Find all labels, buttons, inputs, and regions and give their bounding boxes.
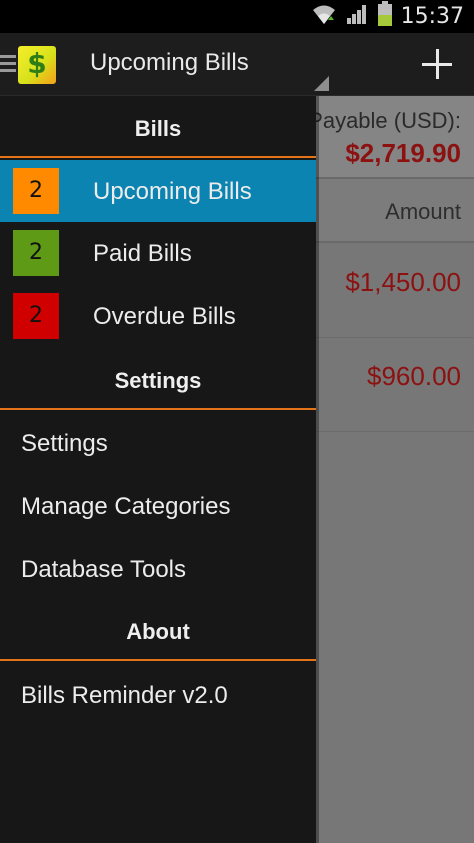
list-item[interactable]: $960.00 <box>316 339 474 432</box>
amount-header: Amount <box>385 199 461 224</box>
bill-amount: $1,450.00 <box>345 267 461 297</box>
section-header-bills: Bills <box>0 96 316 158</box>
drawer-item-settings[interactable]: Settings <box>0 412 316 474</box>
drawer-item-label: Upcoming Bills <box>93 178 252 205</box>
bill-amount: $960.00 <box>367 361 461 391</box>
column-header: Amount <box>316 179 474 243</box>
drawer-item-label: Manage Categories <box>21 493 231 520</box>
section-title: About <box>126 619 190 644</box>
drawer-item-manage-categories[interactable]: Manage Categories <box>0 475 316 537</box>
drawer-item-paid-bills[interactable]: 2 Paid Bills <box>0 222 316 284</box>
status-bar: 15:37 <box>0 0 474 33</box>
clock: 15:37 <box>400 4 464 29</box>
list-item[interactable]: $1,450.00 <box>316 245 474 338</box>
drawer-item-label: Paid Bills <box>93 240 192 267</box>
drawer-item-overdue-bills[interactable]: 2 Overdue Bills <box>0 285 316 347</box>
payable-summary: Payable (USD): $2,719.90 <box>308 96 474 179</box>
add-bill-button[interactable] <box>417 45 457 85</box>
drawer-item-upcoming-bills[interactable]: 2 Upcoming Bills <box>0 160 316 222</box>
section-header-settings: Settings <box>0 348 316 410</box>
navigation-drawer: Bills 2 Upcoming Bills 2 Paid Bills 2 Ov… <box>0 96 316 843</box>
drawer-item-label: Settings <box>21 430 108 457</box>
drawer-item-version[interactable]: Bills Reminder v2.0 <box>0 664 316 726</box>
payable-label: Payable (USD): <box>308 108 461 133</box>
drawer-item-label: Overdue Bills <box>93 303 236 330</box>
wifi-icon <box>311 2 337 31</box>
drawer-item-database-tools[interactable]: Database Tools <box>0 538 316 600</box>
drawer-item-label: Bills Reminder v2.0 <box>21 682 228 709</box>
section-title: Bills <box>134 116 182 141</box>
bills-list-background: Payable (USD): $2,719.90 Amount $1,450.0… <box>308 96 474 843</box>
spinner-dropdown-icon[interactable] <box>314 76 329 91</box>
count-badge: 2 <box>13 230 59 276</box>
page-title[interactable]: Upcoming Bills <box>90 49 249 77</box>
section-title: Settings <box>114 368 202 393</box>
dollar-logo-icon[interactable] <box>18 46 56 84</box>
hamburger-icon[interactable] <box>0 55 16 75</box>
status-icons: 15:37 <box>311 0 464 33</box>
signal-icon <box>345 2 369 31</box>
count-badge: 2 <box>13 293 59 339</box>
drawer-shadow <box>316 96 319 843</box>
action-bar: Upcoming Bills <box>0 33 474 96</box>
count-badge: 2 <box>13 168 59 214</box>
drawer-item-label: Database Tools <box>21 556 186 583</box>
payable-total: $2,719.90 <box>345 138 461 168</box>
battery-icon <box>377 1 393 32</box>
section-header-about: About <box>0 599 316 661</box>
